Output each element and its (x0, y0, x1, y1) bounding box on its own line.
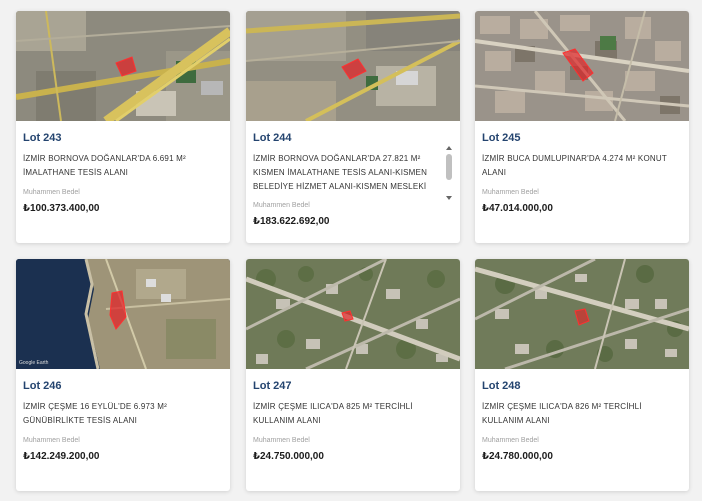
lot-card-247[interactable]: Lot 247 İZMİR ÇEŞME ILICA'DA 825 M² TERC… (246, 259, 460, 491)
lot-number[interactable]: Lot 246 (23, 378, 223, 394)
appraised-value-label: Muhammen Bedel (482, 437, 539, 444)
appraised-value: ₺183.622.692,00 (253, 216, 330, 227)
lot-description[interactable]: İZMİR BORNOVA DOĞANLAR'DA 27.821 M² KISM… (253, 152, 453, 196)
appraised-value-label: Muhammen Bedel (23, 437, 80, 444)
lot-card-244[interactable]: Lot 244 İZMİR BORNOVA DOĞANLAR'DA 27.821… (246, 11, 460, 243)
lot-number[interactable]: Lot 243 (23, 130, 223, 146)
scroll-thumb[interactable] (446, 154, 452, 180)
lot-description: İZMİR ÇEŞME ILICA'DA 825 M² TERCİHLİ KUL… (253, 402, 413, 425)
lot-map-thumbnail[interactable] (475, 11, 689, 121)
lot-card-243[interactable]: Lot 243 İZMİR BORNOVA DOĞANLAR'DA 6.691 … (16, 11, 230, 243)
lot-card-246[interactable]: Google Earth Lot 246 İZMİR ÇEŞME 16 EYLÜ… (16, 259, 230, 491)
lot-map-thumbnail[interactable] (16, 11, 230, 121)
lot-card-248[interactable]: Lot 248 İZMİR ÇEŞME ILICA'DA 826 M² TERC… (475, 259, 689, 491)
scroll-up-icon[interactable] (446, 146, 452, 150)
lot-map-thumbnail[interactable] (475, 259, 689, 369)
lot-description: İZMİR ÇEŞME 16 EYLÜL'DE 6.973 M² GÜNÜBİR… (23, 402, 167, 425)
lot-description: İZMİR BORNOVA DOĞANLAR'DA 6.691 M² İMALA… (23, 154, 186, 177)
lot-card-245[interactable]: Lot 245 İZMİR BUCA DUMLUPINAR'DA 4.274 M… (475, 11, 689, 243)
appraised-value-label: Muhammen Bedel (23, 189, 80, 196)
appraised-value: ₺100.373.400,00 (23, 203, 100, 214)
lot-map-thumbnail[interactable] (246, 11, 460, 121)
appraised-value-label: Muhammen Bedel (482, 189, 539, 196)
appraised-value-label: Muhammen Bedel (253, 202, 310, 209)
scroll-down-icon[interactable] (446, 196, 452, 200)
lot-number[interactable]: Lot 247 (253, 378, 453, 394)
appraised-value: ₺24.750.000,00 (253, 451, 324, 462)
lot-map-thumbnail[interactable] (246, 259, 460, 369)
lot-grid: Lot 243 İZMİR BORNOVA DOĞANLAR'DA 6.691 … (0, 0, 702, 501)
lot-description: İZMİR ÇEŞME ILICA'DA 826 M² TERCİHLİ KUL… (482, 402, 642, 425)
lot-number[interactable]: Lot 245 (482, 130, 682, 146)
appraised-value: ₺47.014.000,00 (482, 203, 553, 214)
appraised-value: ₺142.249.200,00 (23, 451, 100, 462)
lot-description: İZMİR BUCA DUMLUPINAR'DA 4.274 M² KONUT … (482, 154, 667, 177)
lot-map-thumbnail[interactable]: Google Earth (16, 259, 230, 369)
lot-number[interactable]: Lot 244 (253, 130, 453, 146)
appraised-value-label: Muhammen Bedel (253, 437, 310, 444)
lot-number[interactable]: Lot 248 (482, 378, 682, 394)
description-scrollbar[interactable] (445, 146, 453, 200)
map-credit: Google Earth (19, 360, 49, 366)
appraised-value: ₺24.780.000,00 (482, 451, 553, 462)
